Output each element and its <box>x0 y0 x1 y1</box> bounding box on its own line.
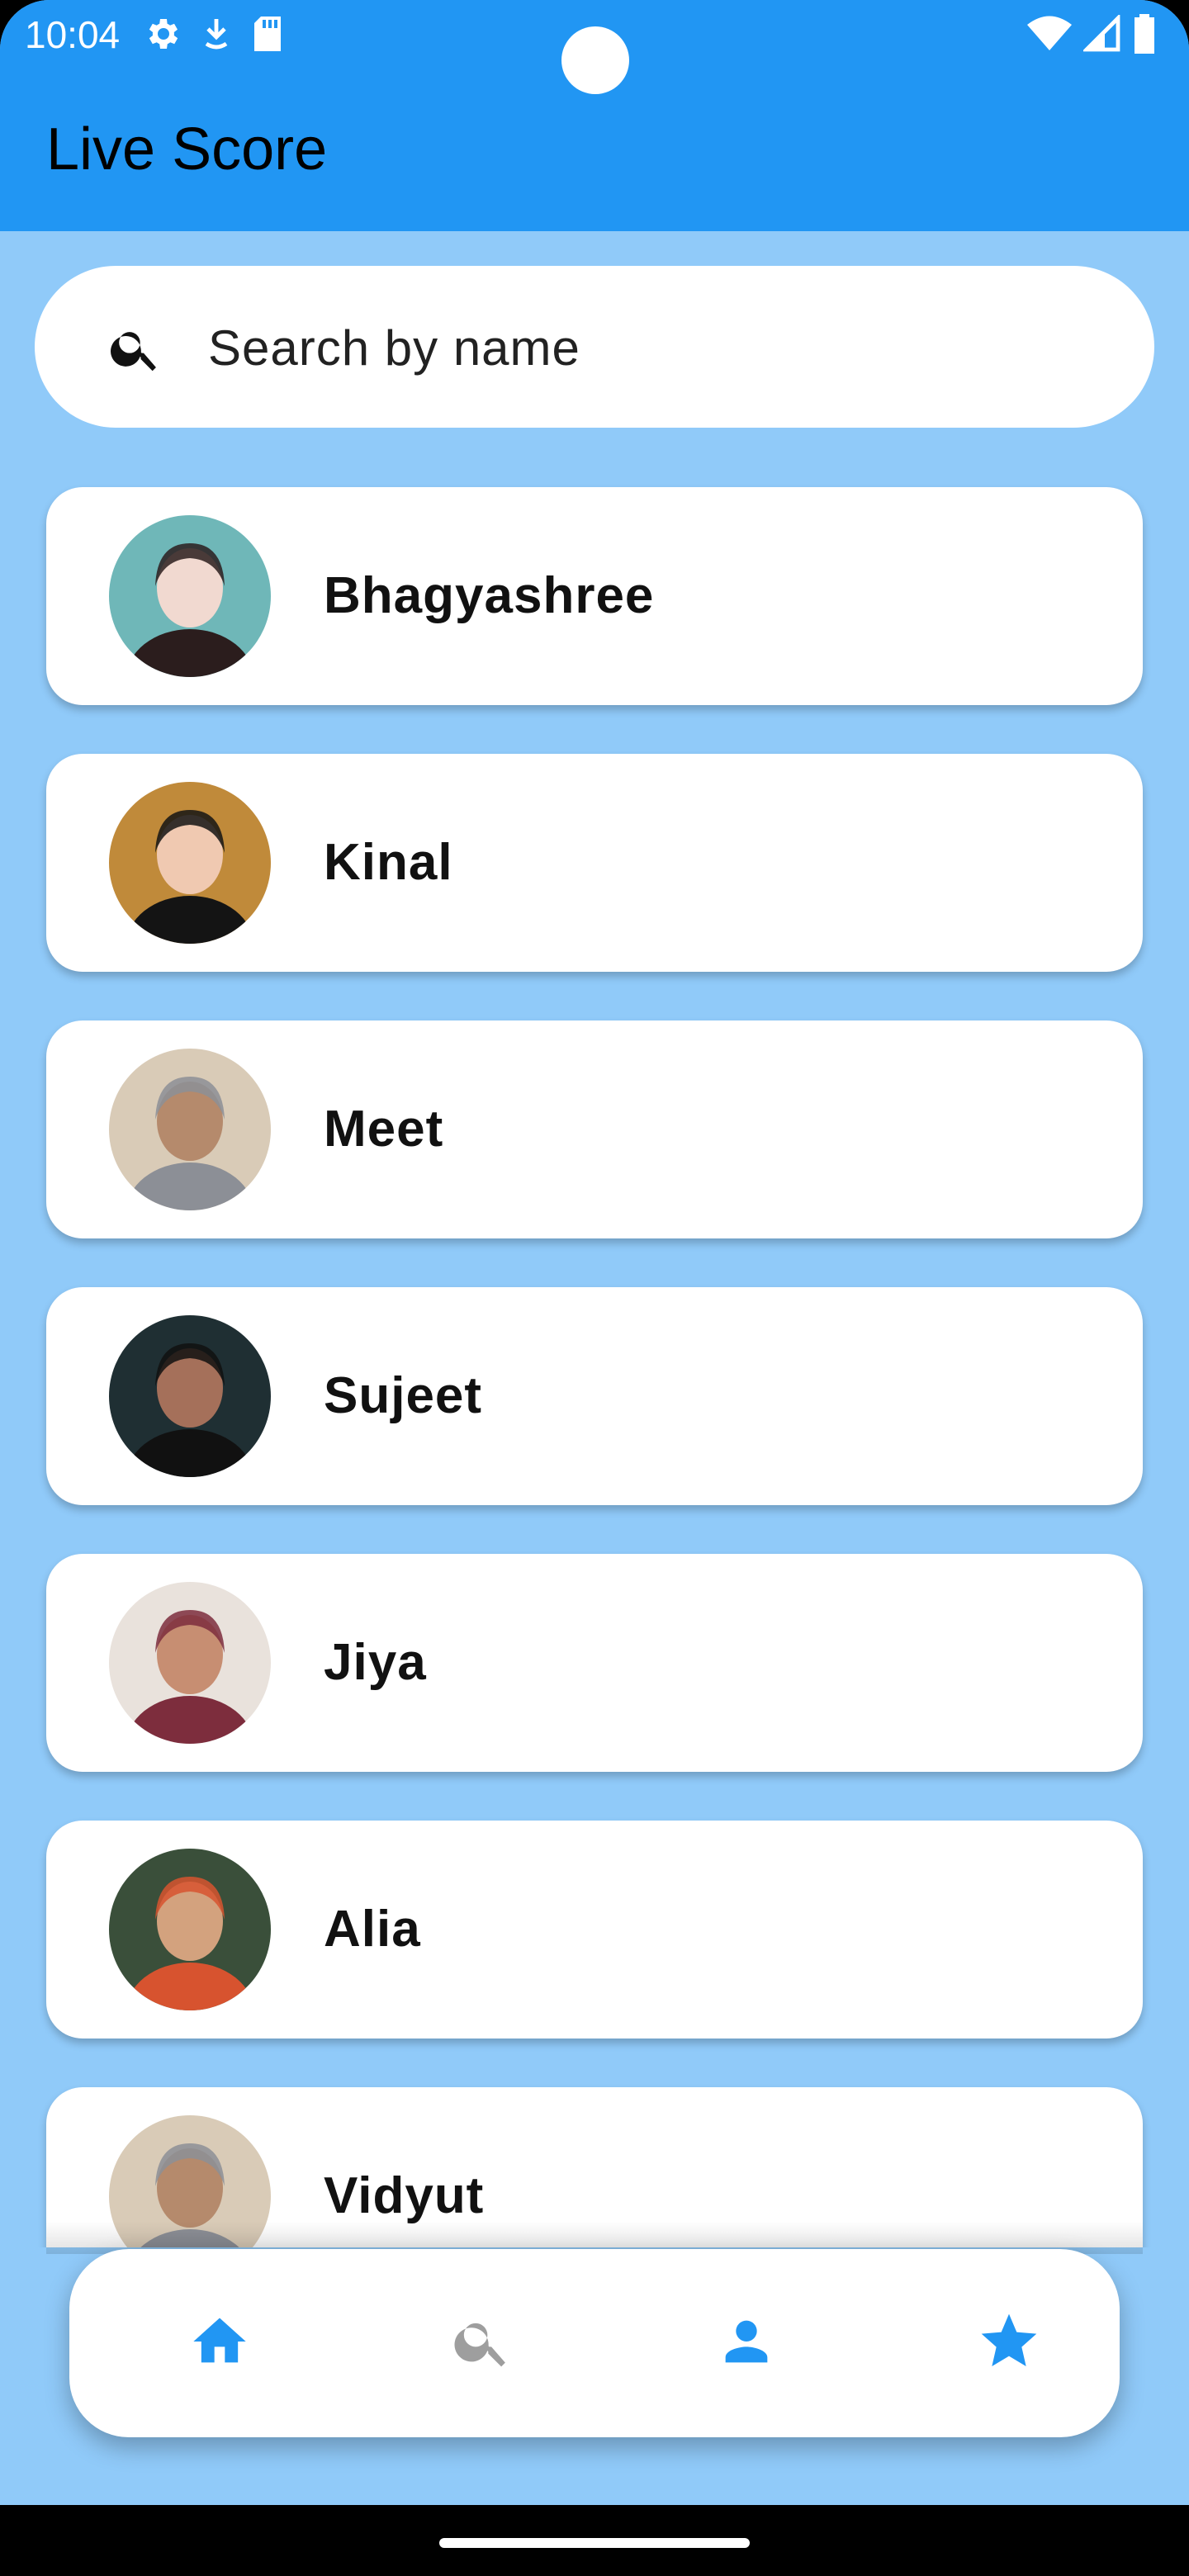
player-card[interactable]: Alia <box>46 1821 1143 2039</box>
player-card[interactable]: Kinal <box>46 754 1143 972</box>
search-icon <box>451 2310 514 2377</box>
nav-favorites[interactable] <box>959 2294 1059 2393</box>
status-icons-right <box>1027 12 1156 58</box>
nav-home[interactable] <box>170 2294 269 2393</box>
download-icon <box>200 16 233 56</box>
player-avatar <box>109 1582 271 1744</box>
player-avatar <box>109 1849 271 2010</box>
search-input[interactable]: Search by name <box>208 320 580 376</box>
wifi-icon <box>1027 16 1072 56</box>
page-title: Live Score <box>46 116 328 182</box>
person-icon <box>715 2310 778 2377</box>
battery-icon <box>1133 13 1156 58</box>
status-time: 10:04 <box>25 13 121 56</box>
camera-cutout <box>561 26 629 94</box>
home-icon <box>188 2310 251 2377</box>
player-card[interactable]: Sujeet <box>46 1287 1143 1505</box>
player-name: Jiya <box>324 1634 427 1691</box>
star-icon <box>976 2308 1042 2379</box>
player-card[interactable]: Bhagyashree <box>46 487 1143 705</box>
nav-profile[interactable] <box>697 2294 796 2393</box>
app-bar: 10:04 Live Score <box>0 0 1189 231</box>
player-name: Kinal <box>324 834 453 891</box>
signal-icon <box>1082 12 1121 57</box>
app-screen: Bhagyashree Kinal Meet Sujeet Jiya Alia Vidyut… <box>0 0 1189 2576</box>
player-card[interactable]: Meet <box>46 1020 1143 1238</box>
player-avatar <box>109 515 271 677</box>
system-gesture-bar <box>0 2505 1189 2576</box>
settings-icon <box>142 14 182 58</box>
search-icon <box>107 320 163 376</box>
player-name: Bhagyashree <box>324 567 655 624</box>
search-bar[interactable]: Search by name <box>35 266 1154 428</box>
player-avatar <box>109 782 271 944</box>
nav-search[interactable] <box>433 2294 532 2393</box>
player-avatar <box>109 1315 271 1477</box>
status-icons-left <box>142 15 284 56</box>
player-name: Vidyut <box>324 2167 485 2224</box>
player-name: Alia <box>324 1901 421 1958</box>
home-gesture-handle[interactable] <box>439 2538 750 2548</box>
player-name: Sujeet <box>324 1367 483 1424</box>
sd-card-icon <box>251 15 284 57</box>
player-name: Meet <box>324 1101 444 1158</box>
bottom-navigation <box>69 2249 1120 2437</box>
player-avatar <box>109 1049 271 1210</box>
player-card[interactable]: Jiya <box>46 1554 1143 1772</box>
